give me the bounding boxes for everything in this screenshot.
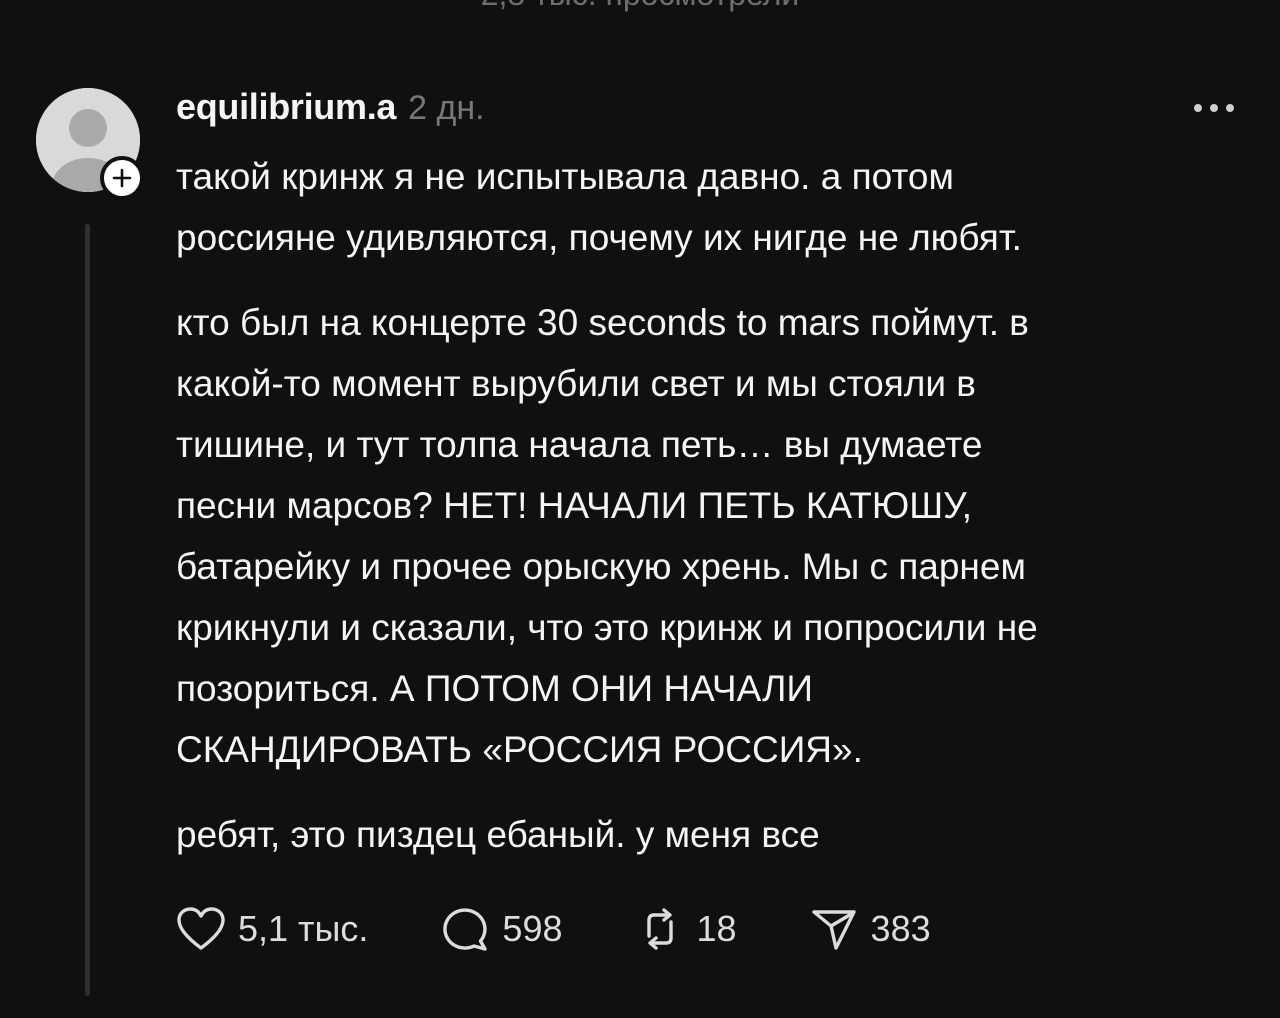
post-line: позориться. А ПОТОМ ОНИ НАЧАЛИ (176, 668, 813, 709)
more-options-button[interactable] (1190, 96, 1238, 120)
post-author-avatar[interactable] (36, 88, 144, 200)
post-line: такой кринж я не испытывала давно. а пот… (176, 156, 954, 197)
post-actions: 5,1 тыс. 598 18 383 (176, 900, 931, 958)
post-line: СКАНДИРОВАТЬ «РОССИЯ РОССИЯ». (176, 729, 863, 770)
plus-icon (112, 168, 132, 188)
post-header: equilibrium.a 2 дн. (176, 86, 485, 132)
comment-bubble-icon (443, 908, 488, 951)
post-line: ребят, это пиздец ебаный. у меня все (176, 814, 820, 855)
post-line: россияне удивляются, почему их нигде не … (176, 217, 1022, 258)
repost-icon (646, 908, 673, 950)
post-line: крикнули и сказали, что это кринж и попр… (176, 607, 1038, 648)
like-count: 5,1 тыс. (238, 908, 369, 949)
heart-icon (177, 907, 225, 950)
post-line: батарейку и прочее орыскую хрень. Мы с п… (176, 546, 1026, 587)
post-author-username[interactable]: equilibrium.a (176, 86, 396, 128)
thread-line (85, 224, 90, 996)
post-line: кто был на концерте 30 seconds to mars п… (176, 302, 1029, 343)
repost-button[interactable]: 18 (635, 906, 737, 952)
post-timestamp: 2 дн. (408, 89, 485, 127)
post-line: тишине, и тут толпа начала петь… вы дума… (176, 424, 983, 465)
share-count: 383 (870, 908, 931, 949)
reply-button[interactable]: 598 (440, 906, 563, 952)
follow-button[interactable] (100, 156, 144, 200)
repost-count: 18 (696, 908, 737, 949)
views-count-cut: 2,8 тыс. просмотрели (0, 0, 1280, 13)
send-icon (811, 910, 856, 950)
like-button[interactable]: 5,1 тыс. (176, 906, 368, 952)
reply-count: 598 (502, 908, 563, 949)
post-text: такой кринж я не испытывала давно. а пот… (176, 146, 1266, 865)
post-line: какой-то момент вырубили свет и мы стоял… (176, 363, 976, 404)
post-line: песни марсов? НЕТ! НАЧАЛИ ПЕТЬ КАТЮШУ, (176, 485, 973, 526)
more-horizontal-icon (1194, 104, 1234, 112)
share-button[interactable]: 383 (809, 906, 931, 952)
